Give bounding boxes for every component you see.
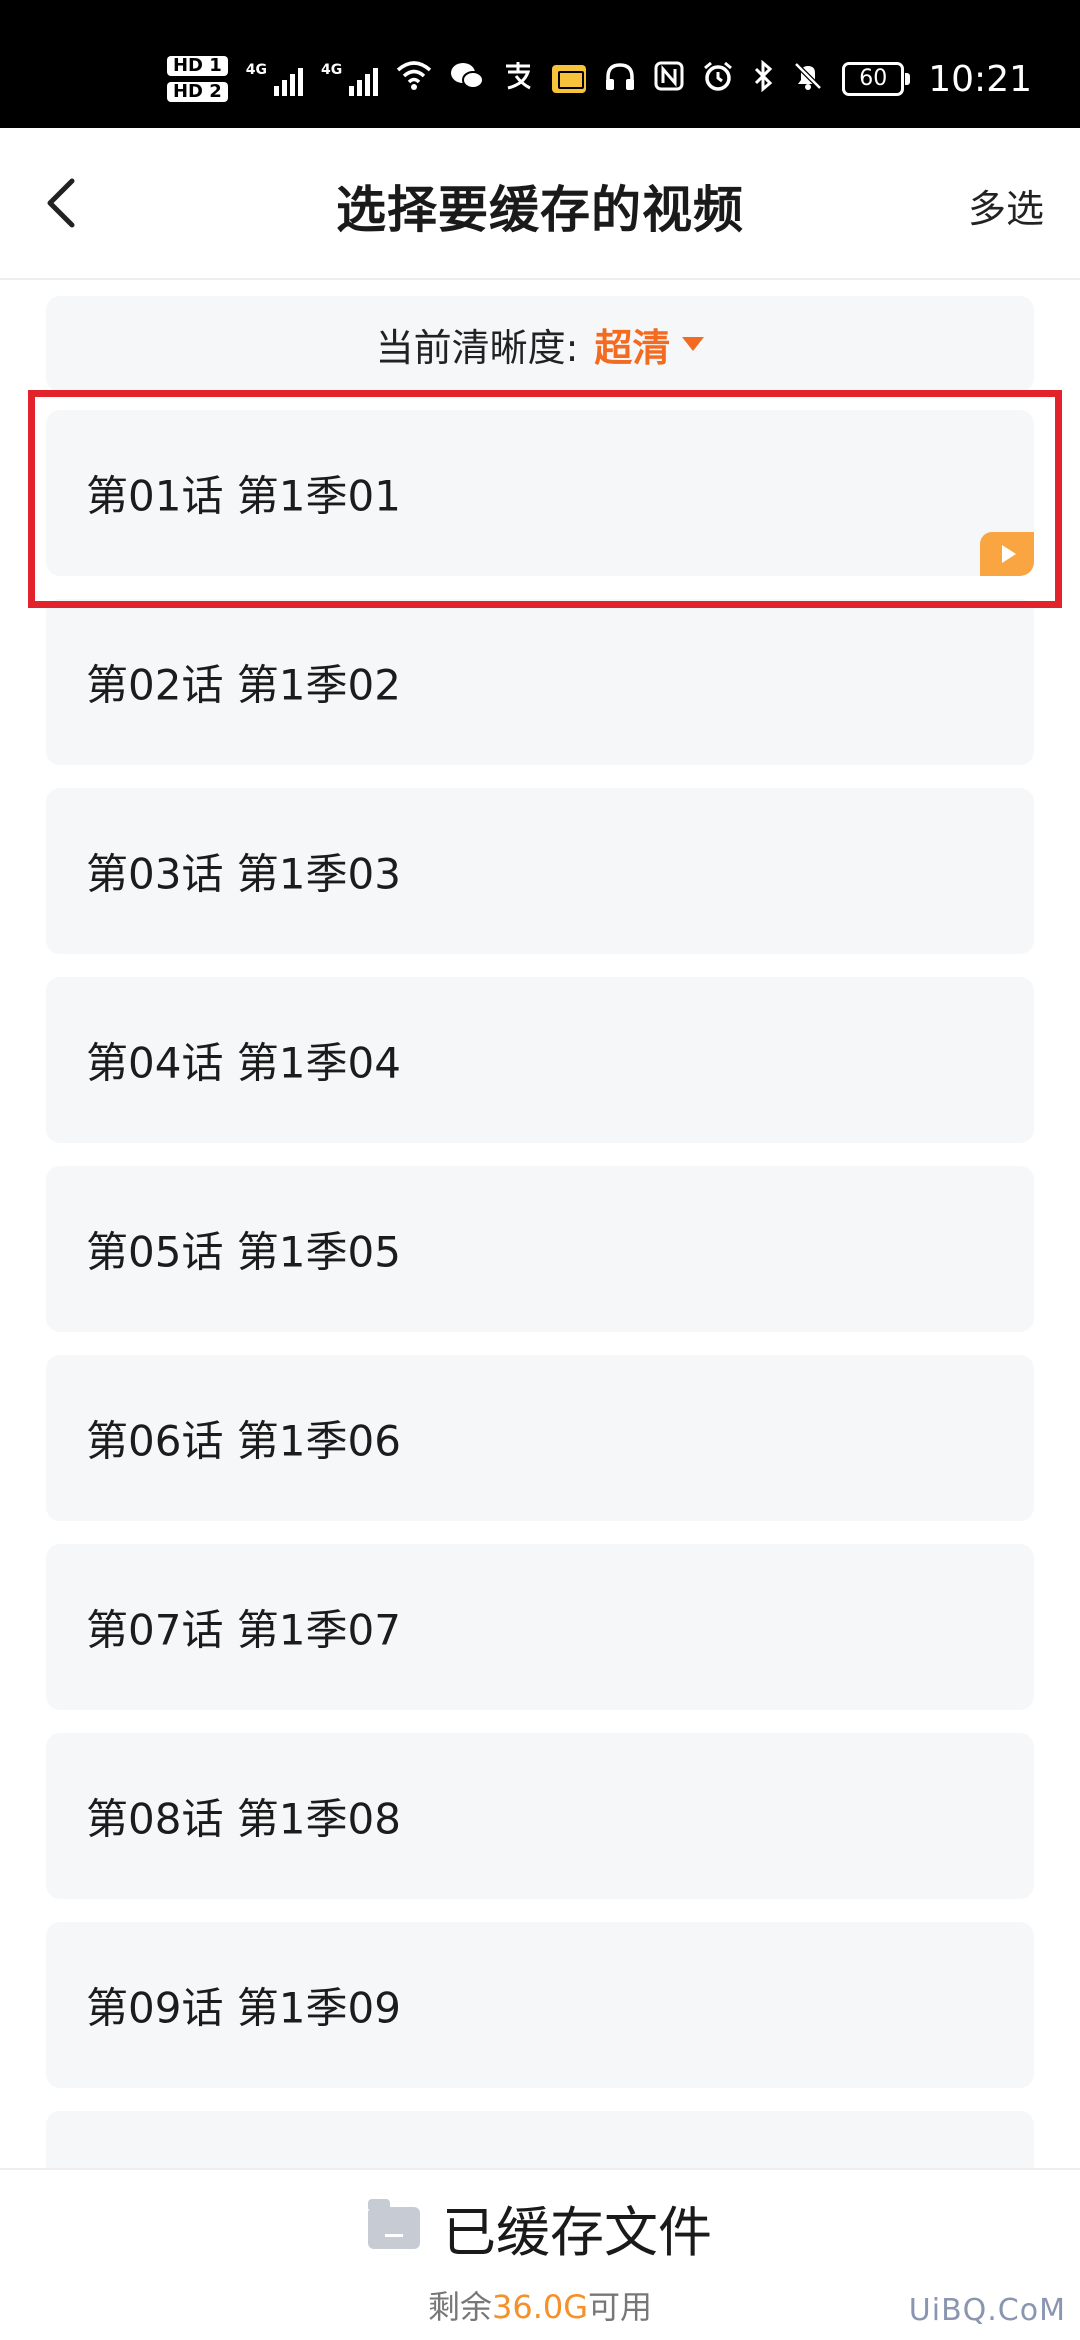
episode-item[interactable]: 第09话 第1季09 [46, 1922, 1034, 2088]
navigation-bar: 选择要缓存的视频 多选 [0, 128, 1080, 280]
episode-label: 第09话 第1季09 [86, 1983, 401, 2033]
signal-2-icon: 4G [321, 62, 379, 96]
wifi-icon [396, 60, 432, 98]
nfc-icon [654, 61, 684, 97]
episode-item[interactable]: 第08话 第1季08 [46, 1733, 1034, 1899]
storage-suffix: 可用 [588, 2288, 653, 2326]
cached-files-button[interactable]: 已缓存文件 [0, 2188, 1080, 2267]
quality-value: 超清 [594, 325, 671, 370]
mute-bell-icon [792, 60, 824, 98]
episode-label: 第02话 第1季02 [86, 660, 401, 710]
hd-voice-indicator: HD 1 HD 2 [166, 56, 228, 102]
episode-label: 第07话 第1季07 [86, 1605, 401, 1655]
clock: 10:21 [928, 58, 1032, 100]
episode-label: 第06话 第1季06 [86, 1416, 401, 1466]
headphones-icon [604, 61, 636, 97]
quality-label: 当前清晰度: [375, 325, 579, 370]
episode-label: 第05话 第1季05 [86, 1227, 401, 1277]
download-folder-icon [368, 2198, 420, 2249]
episode-label: 第08话 第1季08 [86, 1794, 401, 1844]
bottom-bar: 已缓存文件 剩余36.0G可用 UiBQ.CoM [0, 2168, 1080, 2340]
status-bar: HD 1 HD 2 4G 4G 60 10:21 [0, 0, 1080, 128]
play-badge-icon [980, 532, 1034, 576]
episode-label: 第03话 第1季03 [86, 849, 401, 899]
episode-item[interactable]: 第04话 第1季04 [46, 977, 1034, 1143]
episode-list: 第01话 第1季01 第02话 第1季02 第03话 第1季03 第04话 第1… [46, 410, 1034, 2300]
page-title: 选择要缓存的视频 [336, 181, 744, 239]
watermark: UiBQ.CoM [908, 2293, 1066, 2328]
hd2-label: HD 2 [166, 82, 228, 102]
mail-icon [552, 65, 587, 93]
network-type-1: 4G [245, 62, 268, 78]
episode-item[interactable]: 第05话 第1季05 [46, 1166, 1034, 1332]
caret-down-icon [682, 337, 705, 351]
episode-item[interactable]: 第03话 第1季03 [46, 788, 1034, 954]
hd1-label: HD 1 [166, 56, 228, 76]
network-type-2: 4G [321, 62, 343, 78]
alarm-icon [702, 60, 734, 98]
wechat-icon [450, 61, 485, 97]
episode-item[interactable]: 第07话 第1季07 [46, 1544, 1034, 1710]
episode-label: 第01话 第1季01 [86, 471, 401, 521]
episode-item[interactable]: 第02话 第1季02 [46, 599, 1034, 765]
alipay-icon [502, 60, 534, 98]
bluetooth-icon [752, 59, 774, 98]
status-icons: HD 1 HD 2 4G 4G 60 10:21 [166, 44, 1032, 114]
episode-item[interactable]: 第01话 第1季01 [46, 410, 1034, 576]
storage-prefix: 剩余 [427, 2288, 492, 2326]
quality-selector: 当前清晰度: 超清 [46, 296, 1034, 392]
storage-amount: 36.0G [491, 2288, 589, 2326]
signal-1-icon: 4G [245, 62, 304, 96]
episode-item[interactable]: 第06话 第1季06 [46, 1355, 1034, 1521]
multi-select-button[interactable]: 多选 [968, 178, 1044, 233]
battery-icon: 60 [842, 62, 911, 96]
cached-files-label: 已缓存文件 [442, 2201, 712, 2264]
episode-label: 第04话 第1季04 [86, 1038, 401, 1088]
quality-dropdown[interactable]: 超清 [594, 317, 705, 372]
